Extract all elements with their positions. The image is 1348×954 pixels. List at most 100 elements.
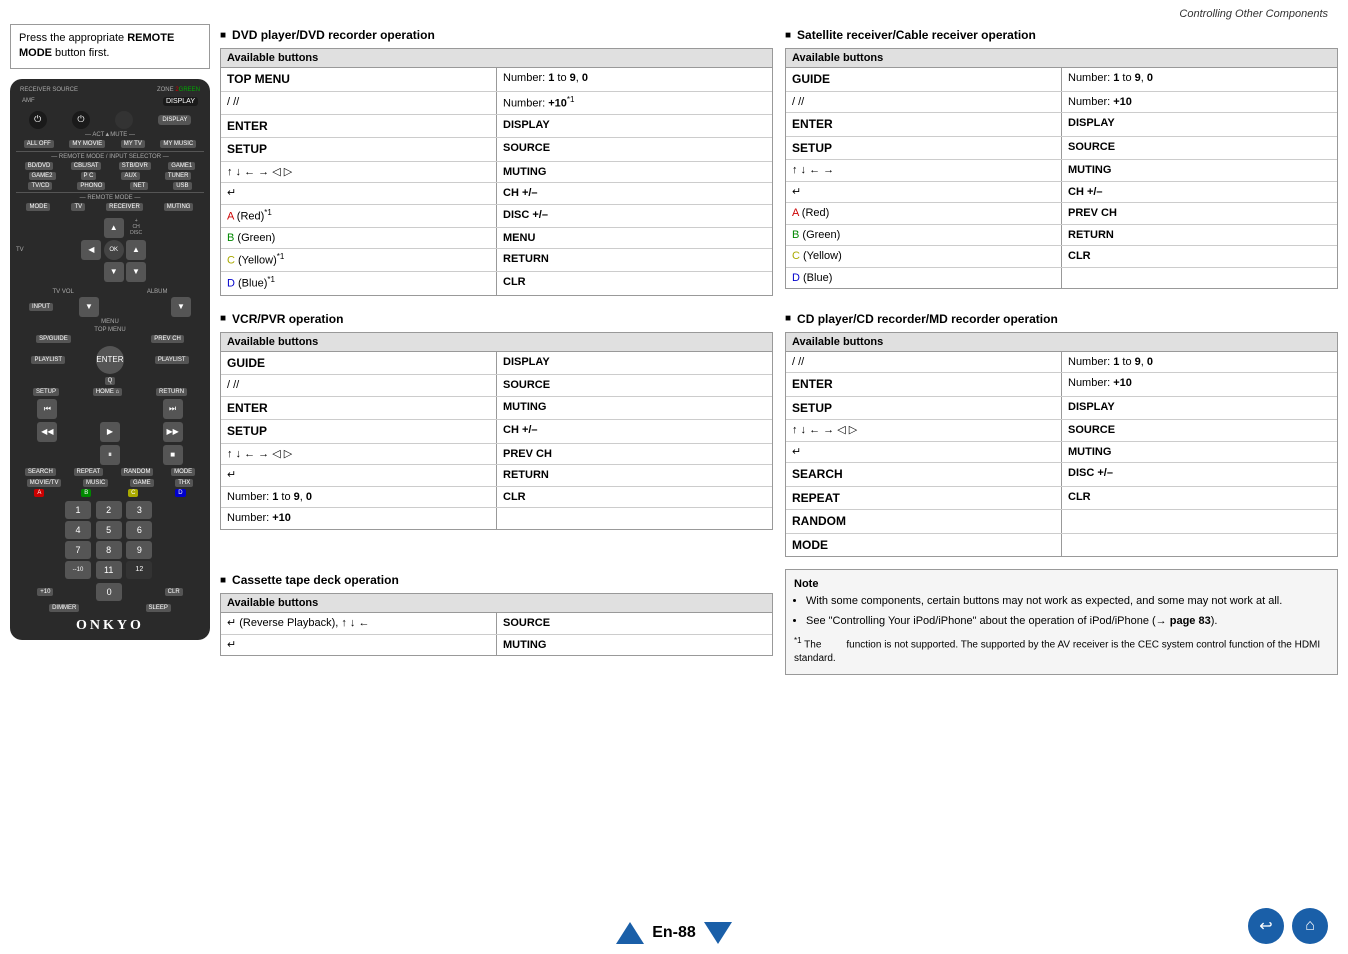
table-row: C (Yellow) CLR	[786, 246, 1337, 268]
num-0-btn[interactable]: 0	[96, 583, 122, 601]
satellite-section-title: Satellite receiver/Cable receiver operat…	[785, 24, 1338, 48]
phono-btn[interactable]: PHONO	[77, 182, 105, 190]
play-btn[interactable]: ▶	[100, 422, 120, 442]
num-2[interactable]: 2	[96, 501, 122, 519]
net-btn[interactable]: NET	[130, 182, 148, 190]
table-row: ↑ ↓ ← → ◁ ▷ MUTING	[221, 161, 772, 183]
spguide-btn[interactable]: SP/GUIDE	[36, 335, 71, 343]
repeat-btn[interactable]: REPEAT	[74, 468, 104, 476]
display-btn[interactable]: DISPLAY	[163, 97, 198, 106]
mymusic-btn[interactable]: MY MUSIC	[160, 140, 196, 148]
mode2-btn[interactable]: MODE	[171, 468, 195, 476]
setup-btn[interactable]: SETUP	[33, 388, 59, 396]
down-btn[interactable]: ▼	[104, 262, 124, 282]
sleep-btn[interactable]: SLEEP	[146, 604, 171, 612]
num-9[interactable]: 9	[126, 541, 152, 559]
home-icon-circle[interactable]: ⌂	[1292, 908, 1328, 944]
stop-btn[interactable]: ■	[163, 445, 183, 465]
vcr-section-title: VCR/PVR operation	[220, 308, 773, 332]
vol-up-btn[interactable]: ▲	[126, 240, 146, 260]
bddvd-btn[interactable]: BD/DVD	[25, 162, 54, 170]
music-btn[interactable]: MUSIC	[83, 479, 108, 487]
prevch-btn[interactable]: PREV CH	[151, 335, 184, 343]
receiver-label: RECEIVER SOURCE	[20, 87, 78, 93]
mymovie-btn[interactable]: MY MOVIE	[69, 140, 105, 148]
left-btn[interactable]: ◀	[81, 240, 101, 260]
table-row: SETUP CH +/–	[221, 420, 772, 444]
back-icon-circle[interactable]: ↩	[1248, 908, 1284, 944]
plus10-btn[interactable]: +10	[37, 588, 53, 596]
table-row: ↵ RETURN	[221, 465, 772, 487]
random-btn[interactable]: RANDOM	[121, 468, 154, 476]
power-btn-2[interactable]: ⏻	[72, 111, 90, 129]
enter-btn[interactable]: ENTER	[96, 346, 124, 374]
num-11[interactable]: 11	[96, 561, 122, 579]
num-3[interactable]: 3	[126, 501, 152, 519]
next-track-btn[interactable]: ⏭	[163, 399, 183, 419]
mode-btn[interactable]: MODE	[26, 203, 50, 211]
satellite-section: Satellite receiver/Cable receiver operat…	[785, 24, 1338, 296]
footer-up-triangle[interactable]	[616, 922, 644, 944]
table-row: ENTER MUTING	[221, 396, 772, 420]
num-10[interactable]: --10	[65, 561, 91, 579]
tvicd-btn[interactable]: TV/CD	[28, 182, 52, 190]
table-row: / // Number: +10*1	[221, 91, 772, 114]
alloff-btn[interactable]: ALL OFF	[24, 140, 54, 148]
q-btn[interactable]: Q	[105, 377, 116, 385]
num-4[interactable]: 4	[65, 521, 91, 539]
right-panel: DVD player/DVD recorder operation Availa…	[220, 24, 1338, 675]
stbdvr-btn[interactable]: STB/DVR	[119, 162, 151, 170]
prev-track-btn[interactable]: ⏮	[37, 399, 57, 419]
rew-btn[interactable]: ◀◀	[37, 422, 57, 442]
search-lbl-btn[interactable]: SEARCH	[25, 468, 56, 476]
table-row: ENTER DISPLAY	[786, 113, 1337, 137]
num-1[interactable]: 1	[65, 501, 91, 519]
power-btn-3[interactable]	[115, 111, 133, 129]
down3-btn[interactable]: ▼	[171, 297, 191, 317]
note-item-2: See "Controlling Your iPod/iPhone" about…	[806, 614, 1329, 629]
power-btn-1[interactable]: ⏻	[29, 111, 47, 129]
pc-btn[interactable]: P C	[81, 172, 97, 180]
num-7[interactable]: 7	[65, 541, 91, 559]
num-6[interactable]: 6	[126, 521, 152, 539]
ok-btn[interactable]: OK	[104, 240, 124, 260]
game-btn[interactable]: GAME	[130, 479, 154, 487]
table-row: GUIDE DISPLAY	[221, 352, 772, 375]
tuner-btn[interactable]: TUNER	[165, 172, 192, 180]
table-row: ENTER Number: +10	[786, 373, 1337, 397]
num-8[interactable]: 8	[96, 541, 122, 559]
d-color-btn[interactable]: D	[175, 489, 185, 497]
return-btn[interactable]: RETURN	[156, 388, 187, 396]
footer-down-triangle[interactable]	[704, 922, 732, 944]
usb-btn[interactable]: USB	[173, 182, 191, 190]
playlist2-btn[interactable]: PLAYLIST	[155, 356, 189, 364]
movietv-btn[interactable]: MOVIE/TV	[27, 479, 62, 487]
receiver-btn[interactable]: RECEIVER	[106, 203, 143, 211]
dimmer-btn[interactable]: DIMMER	[49, 604, 79, 612]
input-btn[interactable]: INPUT	[29, 303, 53, 311]
num-5[interactable]: 5	[96, 521, 122, 539]
cassette-section: Cassette tape deck operation Available b…	[220, 569, 773, 675]
game2-btn[interactable]: GAME2	[29, 172, 56, 180]
mytv-btn[interactable]: MY TV	[121, 140, 145, 148]
home-btn[interactable]: HOME ⌂	[93, 388, 122, 396]
muting-btn[interactable]: MUTING	[164, 203, 194, 211]
clr-btn[interactable]: CLR	[165, 588, 183, 596]
num-12[interactable]: 12	[126, 561, 152, 579]
display-btn-2[interactable]: DISPLAY	[158, 115, 191, 125]
ffw-btn[interactable]: ▶▶	[163, 422, 183, 442]
c-color-btn[interactable]: C	[128, 489, 138, 497]
vol-down-btn[interactable]: ▼	[126, 262, 146, 282]
aux-btn[interactable]: AUX	[121, 172, 139, 180]
game1-btn[interactable]: GAME1	[168, 162, 195, 170]
b-color-btn[interactable]: B	[81, 489, 91, 497]
footer-icons: ↩ ⌂	[1248, 908, 1328, 944]
thx-btn[interactable]: THX	[175, 479, 193, 487]
down2-btn[interactable]: ▼	[79, 297, 99, 317]
playlist-btn[interactable]: PLAYLIST	[31, 356, 65, 364]
a-color-btn[interactable]: A	[34, 489, 44, 497]
pause-btn[interactable]: ⏸	[100, 445, 120, 465]
tv-btn[interactable]: TV	[71, 203, 85, 211]
up-btn[interactable]: ▲	[104, 218, 124, 238]
cblisat-btn[interactable]: CBL/SAT	[71, 162, 102, 170]
